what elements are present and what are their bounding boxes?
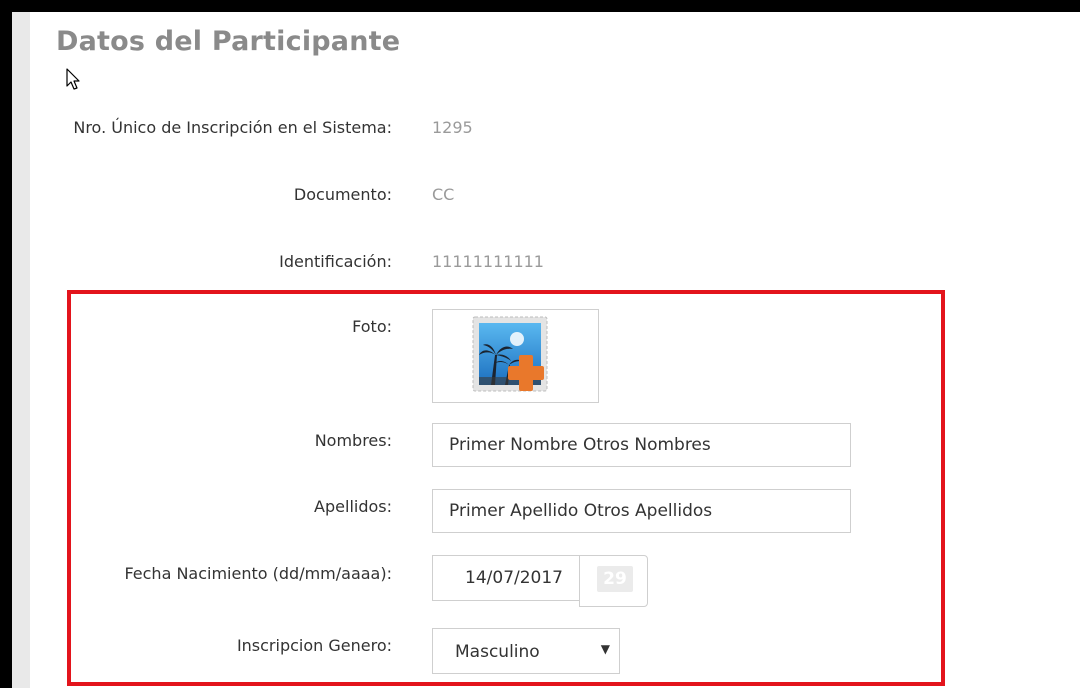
window-frame-top [0,0,1080,12]
names-label: Nombres: [314,431,392,450]
photo-upload[interactable] [432,309,599,403]
document-value: CC [432,185,455,204]
add-photo-icon [472,316,548,392]
gender-selected-value: Masculino [455,642,540,662]
window-frame-left [0,0,12,688]
gender-label: Inscripcion Genero: [236,636,392,655]
page-title: Datos del Participante [56,26,401,57]
left-gutter [12,12,30,688]
identification-value: 11111111111 [432,252,544,271]
photo-label: Foto: [352,317,392,336]
birthdate-label: Fecha Nacimiento (dd/mm/aaaa): [124,564,392,583]
registration-number-label: Nro. Único de Inscripción en el Sistema: [73,118,392,137]
identification-label: Identificación: [279,252,392,271]
calendar-button[interactable]: 29 [579,555,648,607]
registration-number-value: 1295 [432,118,473,137]
document-label: Documento: [293,185,392,204]
surnames-input[interactable] [432,489,851,533]
mouse-pointer-icon [66,68,80,90]
surnames-label: Apellidos: [314,497,392,516]
calendar-icon: 29 [597,566,633,592]
dropdown-arrow-icon: ▼ [600,642,610,656]
names-input[interactable] [432,423,851,467]
birthdate-input[interactable] [432,555,580,601]
gender-select[interactable]: Masculino ▼ [432,628,620,674]
